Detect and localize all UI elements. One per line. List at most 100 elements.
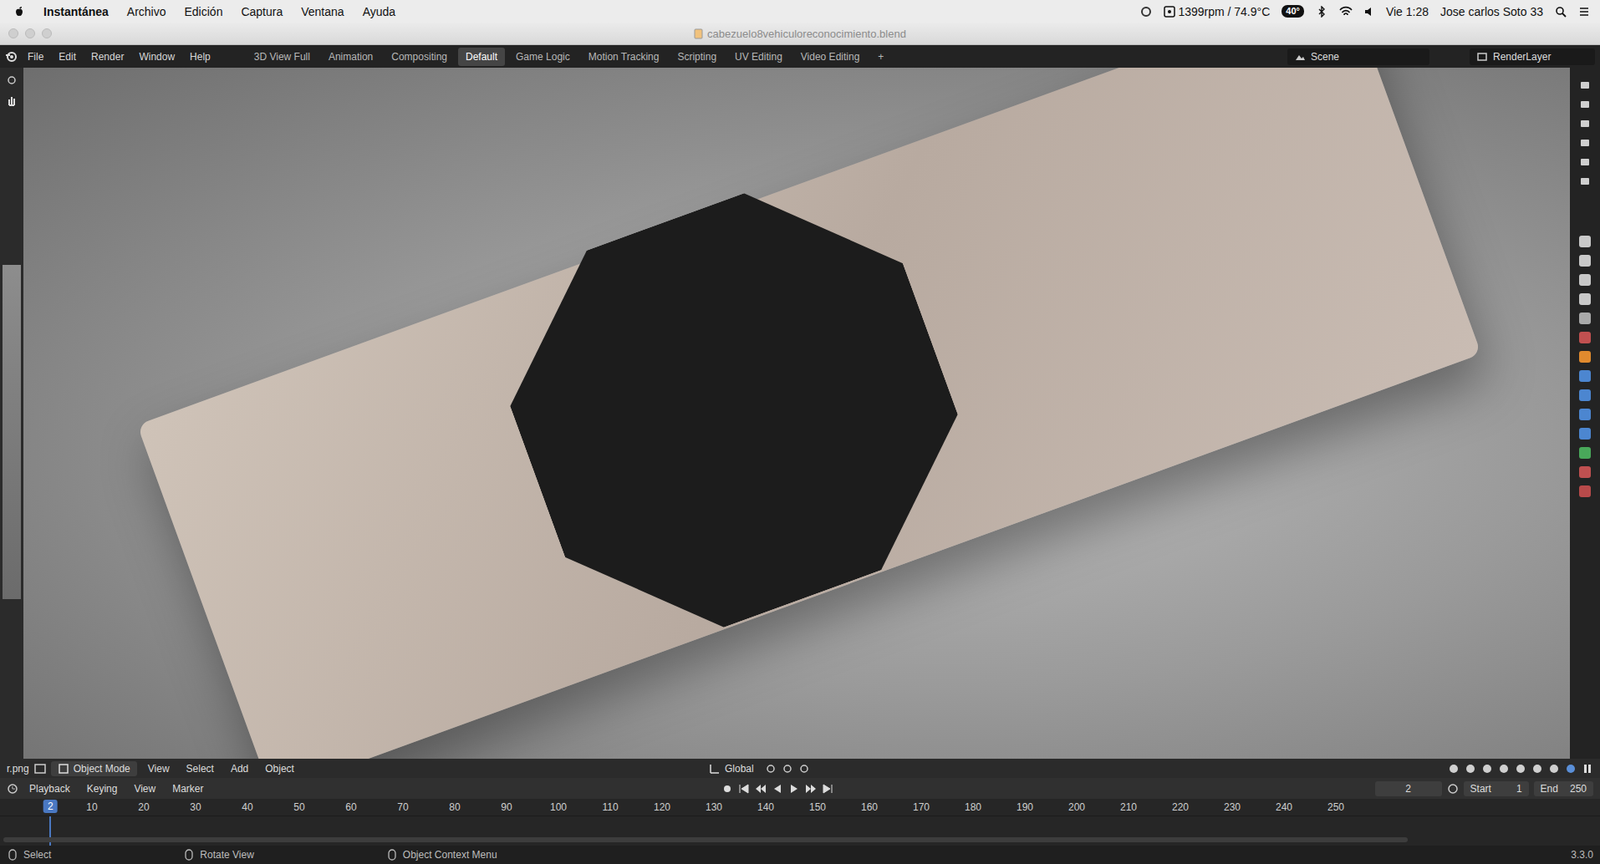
app-menu-item[interactable]: Edit — [52, 48, 82, 66]
end-value[interactable]: 250 — [1569, 783, 1587, 795]
viewport-menu[interactable]: Object — [259, 761, 301, 777]
cursor-icon[interactable] — [5, 74, 18, 87]
workspace-tab[interactable]: Motion Tracking — [580, 47, 668, 67]
workspace-tab[interactable]: Compositing — [383, 47, 455, 67]
prev-keyframe-icon[interactable] — [754, 783, 767, 795]
notification-list-icon[interactable] — [1578, 5, 1590, 18]
menu-item[interactable]: Archivo — [127, 5, 167, 19]
bluetooth-icon[interactable] — [1315, 5, 1328, 18]
fan-status[interactable]: 1399rpm / 74.9°C — [1163, 5, 1270, 19]
visibility-icon[interactable] — [1447, 763, 1460, 775]
workspace-tab[interactable]: Animation — [321, 47, 381, 67]
gizmo-icon[interactable] — [1464, 763, 1477, 775]
next-keyframe-icon[interactable] — [805, 783, 817, 795]
properties-tab-icon[interactable] — [1579, 370, 1591, 383]
view-layer-name[interactable]: RenderLayer — [1492, 50, 1551, 63]
properties-tab-icon[interactable] — [1579, 389, 1591, 402]
jump-end-icon[interactable] — [821, 783, 834, 795]
scene-name[interactable]: Scene — [1310, 50, 1340, 63]
menu-item[interactable]: Edición — [184, 5, 224, 19]
app-menu-item[interactable]: Render — [85, 48, 130, 66]
mode-selector[interactable]: Object Mode — [50, 761, 138, 777]
properties-tab-icon[interactable] — [1579, 351, 1591, 363]
proportional-icon[interactable] — [798, 763, 811, 775]
zoom-button[interactable] — [41, 28, 52, 39]
rendered-shading-icon[interactable] — [1564, 763, 1577, 775]
app-menu-item[interactable]: Help — [183, 48, 217, 66]
properties-tab-icon[interactable] — [1579, 274, 1591, 286]
properties-tab-icon[interactable] — [1579, 428, 1591, 440]
snap-icon[interactable] — [781, 763, 794, 775]
camera-visibility-icon[interactable] — [1579, 79, 1591, 92]
minimize-button[interactable] — [25, 28, 36, 39]
play-icon[interactable] — [788, 783, 800, 795]
material-shading-icon[interactable] — [1548, 763, 1560, 775]
timeline-menu[interactable]: View — [127, 781, 162, 797]
camera-visibility-icon[interactable] — [1579, 175, 1591, 188]
wifi-icon[interactable] — [1339, 5, 1353, 18]
add-workspace-button[interactable]: + — [870, 47, 892, 67]
clock[interactable]: Vie 1:28 — [1385, 5, 1429, 19]
camera-visibility-icon[interactable] — [1579, 137, 1591, 149]
apple-icon[interactable] — [13, 5, 26, 19]
timeline-scrollbar[interactable] — [3, 837, 1408, 843]
properties-tab-icon[interactable] — [1579, 331, 1591, 344]
properties-tab-icon[interactable] — [1579, 235, 1591, 248]
pause-icon[interactable] — [1581, 763, 1594, 775]
properties-tab-icon[interactable] — [1579, 312, 1591, 325]
overlay-icon[interactable] — [1481, 763, 1493, 775]
orientation-label[interactable]: Global — [724, 763, 755, 775]
properties-tab-icon[interactable] — [1579, 485, 1591, 498]
app-menu-item[interactable]: File — [21, 48, 50, 66]
workspace-tab[interactable]: 3D View Full — [246, 47, 318, 67]
app-menu[interactable]: Instantánea — [43, 5, 109, 19]
blender-logo-icon[interactable] — [5, 50, 19, 64]
workspace-tab[interactable]: Game Logic — [508, 47, 578, 67]
timeline-ruler[interactable]: 1020304050607080901001101201301401501601… — [0, 799, 1600, 816]
timeline-editor-icon[interactable] — [6, 783, 19, 795]
start-frame-field[interactable]: Start1 — [1463, 781, 1529, 797]
properties-tab-icon[interactable] — [1579, 293, 1591, 306]
3d-viewport-render[interactable] — [23, 67, 1570, 760]
temperature-badge[interactable]: 40° — [1281, 5, 1305, 18]
viewport-menu[interactable]: Add — [224, 761, 255, 777]
end-frame-field[interactable]: End250 — [1533, 781, 1594, 797]
user-name[interactable]: Jose carlos Soto 33 — [1440, 5, 1544, 19]
hand-icon[interactable] — [5, 94, 18, 107]
viewport-menu[interactable]: View — [142, 761, 176, 777]
editor-type-icon[interactable] — [34, 763, 46, 775]
menu-item[interactable]: Ayuda — [362, 5, 396, 19]
viewport-menu[interactable]: Select — [180, 761, 220, 777]
app-menu-item[interactable]: Window — [132, 48, 181, 66]
clock-icon[interactable] — [1447, 783, 1459, 795]
timeline-menu[interactable]: Playback — [23, 781, 77, 797]
play-reverse-icon[interactable] — [771, 783, 784, 795]
menu-item[interactable]: Ventana — [300, 5, 344, 19]
workspace-tab[interactable]: UV Editing — [727, 47, 790, 67]
properties-tab-icon[interactable] — [1579, 254, 1591, 267]
timeline-menu[interactable]: Keying — [81, 781, 124, 797]
workspace-tab[interactable]: Video Editing — [793, 47, 868, 67]
properties-tab-icon[interactable] — [1579, 447, 1591, 459]
timeline-body[interactable] — [0, 815, 1600, 846]
workspace-tab[interactable]: Scripting — [669, 47, 724, 67]
pivot-icon[interactable] — [764, 763, 777, 775]
close-button[interactable] — [8, 28, 19, 39]
current-frame-field[interactable]: 2 — [1375, 781, 1443, 797]
creative-cloud-icon[interactable] — [1140, 5, 1152, 18]
camera-visibility-icon[interactable] — [1579, 98, 1591, 111]
properties-tab-icon[interactable] — [1579, 408, 1591, 421]
start-value[interactable]: 1 — [1516, 783, 1523, 795]
record-icon[interactable] — [721, 783, 734, 795]
mode-label[interactable]: Object Mode — [73, 763, 131, 775]
transform-orientation[interactable]: Global — [703, 761, 760, 777]
scene-selector[interactable]: Scene — [1287, 48, 1430, 66]
solid-shading-icon[interactable] — [1531, 763, 1544, 775]
search-icon[interactable] — [1554, 5, 1567, 18]
jump-start-icon[interactable] — [738, 783, 750, 795]
camera-visibility-icon[interactable] — [1579, 156, 1591, 169]
playhead-label[interactable]: 2 — [43, 800, 58, 814]
view-layer-selector[interactable]: RenderLayer — [1469, 48, 1595, 66]
xray-icon[interactable] — [1498, 763, 1510, 775]
volume-icon[interactable] — [1364, 5, 1375, 18]
